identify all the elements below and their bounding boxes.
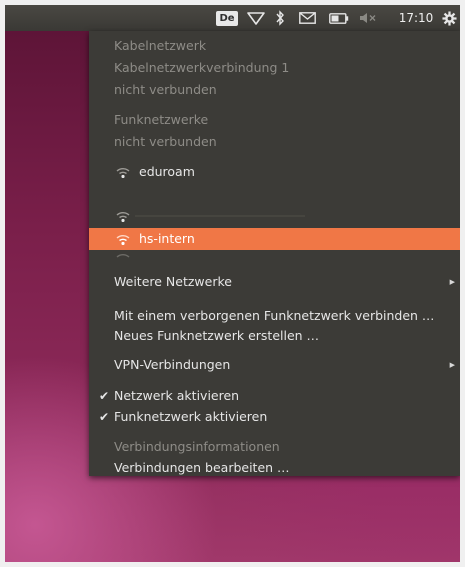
- wired-connection: Kabelnetzwerkverbindung 1: [114, 60, 290, 75]
- clock[interactable]: 17:10: [394, 5, 438, 31]
- wireless-header: Funknetzwerke: [114, 112, 209, 127]
- desktop: De 17:10 Kabelnetzwerk Kabelnetzwerkverb…: [5, 5, 460, 562]
- checkmark-icon: ✔: [99, 389, 110, 403]
- wifi-signal-icon: [116, 254, 130, 258]
- wifi-signal-icon: [116, 168, 130, 178]
- wifi-signal-icon: [116, 235, 130, 245]
- connect-hidden-network-item[interactable]: Mit einem verborgenen Funknetzwerk verbi…: [89, 305, 460, 327]
- more-networks-item[interactable]: Weitere Netzwerke ▶: [89, 271, 460, 293]
- edit-connections-item[interactable]: Verbindungen bearbeiten …: [89, 457, 460, 479]
- network-item-hs-intern[interactable]: hs-intern: [89, 228, 460, 250]
- redacted-ssid: [135, 215, 305, 217]
- connection-info-item: Verbindungsinformationen: [114, 439, 280, 454]
- wireless-status: nicht verbunden: [114, 134, 217, 149]
- mail-icon[interactable]: [296, 5, 318, 31]
- enable-network-item[interactable]: ✔ Netzwerk aktivieren: [89, 385, 460, 407]
- submenu-arrow-icon: ▶: [449, 361, 455, 369]
- new-network-item[interactable]: Neues Funknetzwerk erstellen …: [89, 325, 460, 347]
- system-gear-icon[interactable]: [439, 5, 459, 31]
- wired-status: nicht verbunden: [114, 82, 217, 97]
- keyboard-layout-indicator[interactable]: De: [216, 11, 238, 26]
- network-item-partial[interactable]: [89, 250, 460, 264]
- checkmark-icon: ✔: [99, 410, 110, 424]
- wifi-signal-icon: [116, 212, 130, 222]
- volume-muted-icon[interactable]: [357, 5, 379, 31]
- top-panel: De 17:10: [5, 5, 460, 31]
- network-menu: Kabelnetzwerk Kabelnetzwerkverbindung 1 …: [89, 31, 460, 476]
- network-name: eduroam: [139, 164, 195, 179]
- battery-icon[interactable]: [327, 5, 351, 31]
- bluetooth-icon[interactable]: [272, 5, 288, 31]
- enable-wireless-item[interactable]: ✔ Funknetzwerk aktivieren: [89, 406, 460, 428]
- network-item-eduroam[interactable]: eduroam: [89, 161, 460, 183]
- submenu-arrow-icon: ▶: [449, 278, 455, 286]
- wired-header: Kabelnetzwerk: [114, 38, 207, 53]
- network-wireless-icon[interactable]: [244, 5, 268, 31]
- network-item-hidden-ssid[interactable]: [89, 205, 460, 227]
- network-name: hs-intern: [139, 231, 195, 246]
- vpn-connections-item[interactable]: VPN-Verbindungen ▶: [89, 354, 460, 376]
